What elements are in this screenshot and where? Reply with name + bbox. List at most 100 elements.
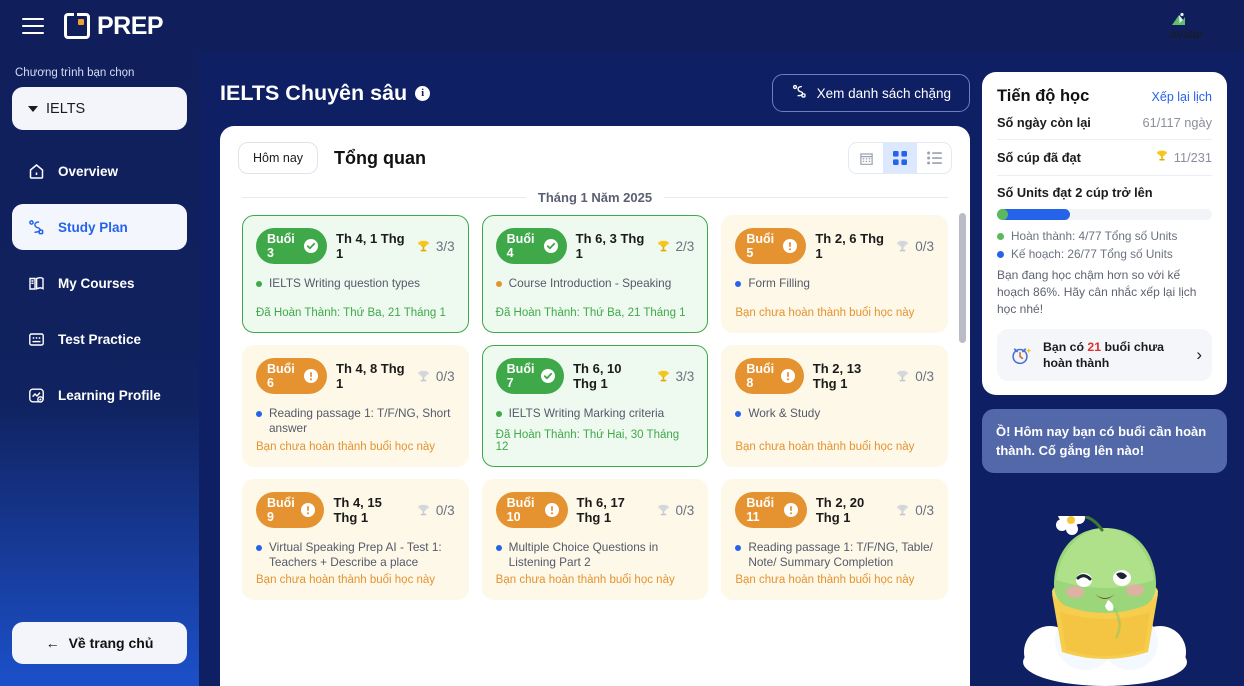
main-content: IELTS Chuyên sâu i Xem danh sách chặng <box>199 52 982 686</box>
session-card-header: Buổi 8Th 2, 13 Thg 10/3 <box>735 358 934 394</box>
alert-circle-icon <box>304 369 318 383</box>
session-card-body: Work & Study <box>735 406 934 437</box>
sidebar: Chương trình bạn chọn IELTS Overview <box>0 52 199 686</box>
session-card[interactable]: Buổi 11Th 2, 20 Thg 10/3Reading passage … <box>721 479 948 600</box>
panel-title: Tổng quan <box>334 148 426 169</box>
chevron-down-icon <box>28 106 38 112</box>
session-badge-label: Buổi 6 <box>267 362 299 390</box>
session-card[interactable]: Buổi 4Th 6, 3 Thg 12/3Course Introductio… <box>482 215 709 333</box>
session-card[interactable]: Buổi 9Th 4, 15 Thg 10/3Virtual Speaking … <box>242 479 469 600</box>
topic-bullet-icon <box>496 281 502 287</box>
session-badge: Buổi 11 <box>735 492 807 528</box>
session-badge-label: Buổi 7 <box>507 362 536 390</box>
today-button[interactable]: Hôm nay <box>238 142 318 174</box>
cups-earned-row: Số cúp đã đạt 11/231 <box>997 140 1212 175</box>
session-status-text: Bạn chưa hoàn thành buổi học này <box>256 441 455 453</box>
units-progress-done <box>997 209 1008 220</box>
program-select[interactable]: IELTS <box>12 87 187 130</box>
page-title: IELTS Chuyên sâu i <box>220 81 430 106</box>
topic-bullet-icon <box>496 545 502 551</box>
book-icon <box>27 274 46 293</box>
session-trophy-count: 0/3 <box>915 503 934 518</box>
session-card-body: Reading passage 1: T/F/NG, Short answer <box>256 406 455 437</box>
home-icon <box>27 162 46 181</box>
session-card-body: IELTS Writing question types <box>256 276 455 299</box>
session-trophy-count: 0/3 <box>436 369 455 384</box>
chevron-right-icon[interactable]: › <box>1196 345 1202 365</box>
session-grid: Buổi 3Th 4, 1 Thg 13/3IELTS Writing ques… <box>242 215 948 600</box>
session-card[interactable]: Buổi 3Th 4, 1 Thg 13/3IELTS Writing ques… <box>242 215 469 333</box>
session-card-header: Buổi 10Th 6, 17 Thg 10/3 <box>496 492 695 528</box>
hamburger-icon[interactable] <box>22 18 44 35</box>
session-card[interactable]: Buổi 7Th 6, 10 Thg 13/3IELTS Writing Mar… <box>482 345 709 467</box>
right-rail: Tiến độ học Xếp lại lịch Số ngày còn lại… <box>982 52 1244 686</box>
topic-bullet-icon <box>256 545 262 551</box>
session-card-body: IELTS Writing Marking criteria <box>496 406 695 421</box>
back-to-home-button[interactable]: ← Về trang chủ <box>12 622 187 664</box>
session-trophy: 3/3 <box>416 239 455 254</box>
progress-card: Tiến độ học Xếp lại lịch Số ngày còn lại… <box>982 72 1227 395</box>
progress-header: Tiến độ học Xếp lại lịch <box>997 87 1212 106</box>
session-trophy-count: 0/3 <box>676 503 695 518</box>
list-view-button[interactable] <box>917 143 951 173</box>
sidebar-item-learning-profile[interactable]: Learning Profile <box>12 372 187 418</box>
session-badge: Buổi 5 <box>735 228 806 264</box>
session-date: Th 6, 17 Thg 1 <box>577 495 647 525</box>
sidebar-label: Test Practice <box>58 332 141 347</box>
month-header-row: Tháng 1 Năm 2025 <box>220 184 970 209</box>
program-select-value: IELTS <box>46 101 85 117</box>
view-stage-list-label: Xem danh sách chặng <box>817 86 951 101</box>
days-remaining-value: 61/117 ngày <box>1143 115 1213 130</box>
session-card[interactable]: Buổi 5Th 2, 6 Thg 10/3Form FillingBạn ch… <box>721 215 948 333</box>
brand-name: PREP <box>97 12 163 41</box>
session-trophy: 2/3 <box>656 239 695 254</box>
grid-view-button[interactable] <box>883 143 917 173</box>
month-header: Tháng 1 Năm 2025 <box>538 190 652 205</box>
sidebar-item-study-plan[interactable]: Study Plan <box>12 204 187 250</box>
calendar-view-button[interactable] <box>849 143 883 173</box>
scrollbar[interactable] <box>959 213 966 686</box>
session-trophy-count: 0/3 <box>915 369 934 384</box>
check-circle-icon <box>304 239 318 253</box>
info-icon[interactable]: i <box>415 86 430 101</box>
session-card[interactable]: Buổi 6Th 4, 8 Thg 10/3 Reading passage 1:… <box>242 345 469 467</box>
session-trophy: 0/3 <box>416 369 455 384</box>
brand-logo[interactable]: PREP <box>64 12 163 41</box>
session-trophy-count: 3/3 <box>436 239 455 254</box>
session-topic-text: IELTS Writing question types <box>269 276 420 291</box>
session-status-text: Đã Hoàn Thành: Thứ Ba, 21 Tháng 1 <box>256 307 455 319</box>
legend-dot <box>997 251 1004 258</box>
legend-done: Hoàn thành: 4/77 Tổng số Units <box>997 229 1212 243</box>
session-card[interactable]: Buổi 10Th 6, 17 Thg 10/3Multiple Choice … <box>482 479 709 600</box>
legend-done-label: Hoàn thành: 4/77 Tổng số Units <box>1011 229 1177 243</box>
view-stage-list-button[interactable]: Xem danh sách chặng <box>772 74 970 112</box>
sidebar-nav: Overview Study Plan <box>12 148 187 418</box>
list-icon <box>927 151 942 165</box>
session-scroll-area[interactable]: Buổi 3Th 4, 1 Thg 13/3IELTS Writing ques… <box>220 209 970 686</box>
session-topic-text: Reading passage 1: T/F/NG, Short answer <box>269 406 455 436</box>
topic-bullet-icon <box>256 411 262 417</box>
sidebar-item-overview[interactable]: Overview <box>12 148 187 194</box>
view-toggle-group <box>848 142 952 174</box>
session-status-text: Bạn chưa hoàn thành buổi học này <box>496 574 695 586</box>
legend-plan: Kế hoạch: 26/77 Tổng số Units <box>997 247 1212 261</box>
session-card-header: Buổi 6Th 4, 8 Thg 10/3 <box>256 358 455 394</box>
sidebar-label: My Courses <box>58 276 135 291</box>
reschedule-link[interactable]: Xếp lại lịch <box>1152 90 1212 104</box>
avatar[interactable]: avatar <box>1170 11 1230 41</box>
session-badge-label: Buổi 5 <box>746 232 778 260</box>
incomplete-sessions-banner[interactable]: Bạn có 21 buổi chưa hoàn thành › <box>997 329 1212 381</box>
alert-circle-icon <box>545 503 559 517</box>
trophy-icon <box>1155 149 1169 166</box>
check-circle-icon <box>544 239 558 253</box>
session-card-body: Form Filling <box>735 276 934 303</box>
cups-earned-value: 11/231 <box>1174 150 1212 165</box>
session-topic: Course Introduction - Speaking <box>496 276 695 291</box>
scrollbar-thumb[interactable] <box>959 213 966 343</box>
sidebar-item-my-courses[interactable]: My Courses <box>12 260 187 306</box>
session-card[interactable]: Buổi 8Th 2, 13 Thg 10/3Work & StudyBạn c… <box>721 345 948 467</box>
sidebar-item-test-practice[interactable]: Test Practice <box>12 316 187 362</box>
session-date: Th 2, 6 Thg 1 <box>815 231 886 261</box>
session-topic-text: Form Filling <box>748 276 810 291</box>
cups-earned-value-wrap: 11/231 <box>1155 149 1212 166</box>
